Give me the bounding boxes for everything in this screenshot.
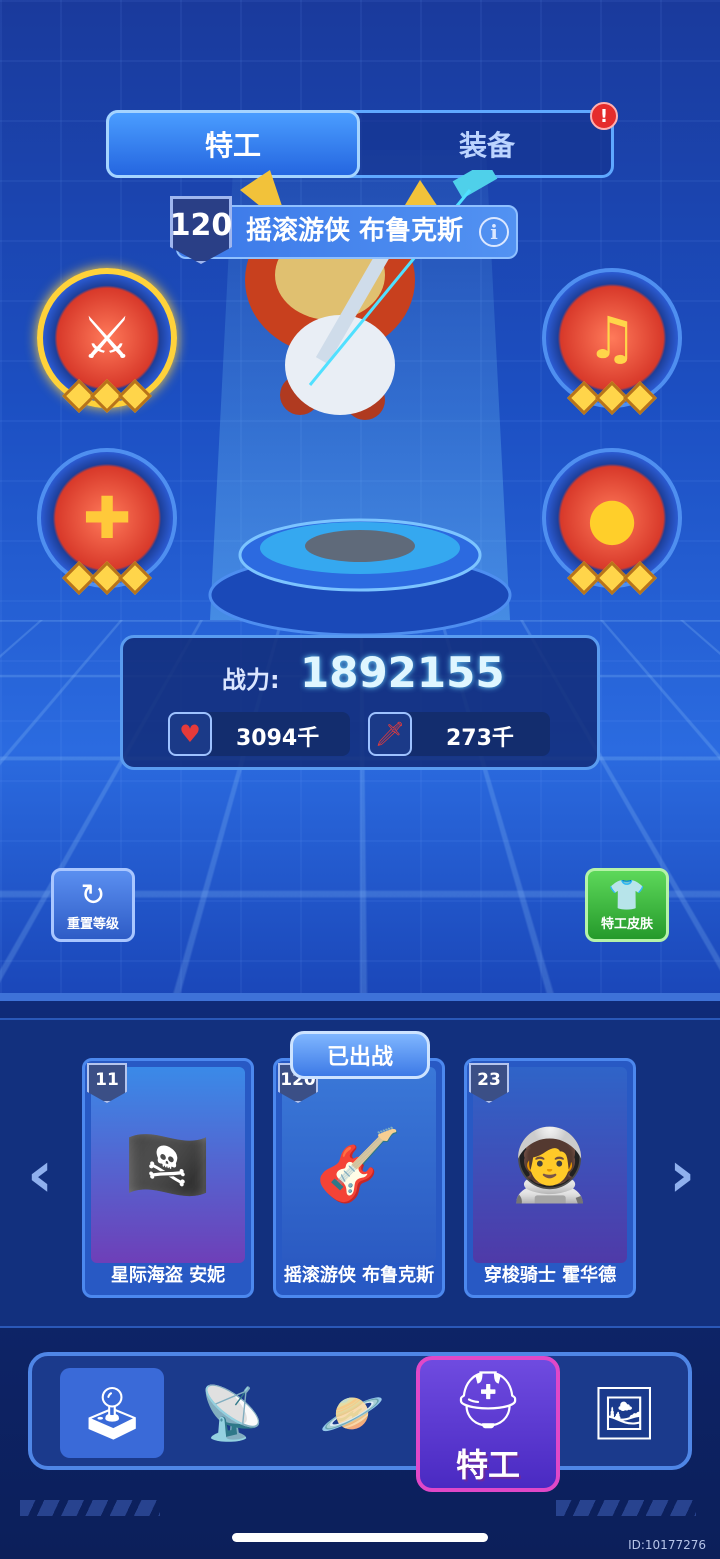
agent-card[interactable]: 🧑‍🚀 23 穿梭骑士 霍华德	[464, 1058, 636, 1298]
footer-stripes	[20, 1500, 160, 1516]
chevron-left-icon[interactable]: ‹	[20, 1138, 60, 1212]
skill-stars	[43, 379, 171, 413]
card-name: 星际海盗 安妮	[110, 1265, 226, 1286]
reset-level-button[interactable]: ↻ 重置等级	[51, 868, 135, 942]
reset-level-label: 重置等级	[66, 916, 119, 932]
agent-helmet-icon: ⛑	[452, 1368, 524, 1433]
chevron-right-icon[interactable]: ›	[662, 1138, 702, 1212]
arcade-machine-icon[interactable]: 🕹	[60, 1368, 164, 1458]
agent-card[interactable]: 🏴‍☠️ 11 星际海盗 安妮	[82, 1058, 254, 1298]
info-icon[interactable]: i	[479, 217, 509, 247]
skill-stars	[546, 381, 678, 415]
shirt-icon: 👕	[608, 877, 646, 913]
card-name: 穿梭骑士 霍华德	[483, 1265, 617, 1286]
agent-skin-button[interactable]: 👕 特工皮肤	[585, 868, 669, 942]
pedestal	[208, 518, 512, 637]
footer-stripes	[556, 1500, 696, 1516]
alert-badge-icon: !	[590, 102, 618, 130]
sword-icon: 🗡	[368, 712, 412, 756]
section-divider	[0, 993, 720, 1001]
refresh-icon: ↻	[80, 877, 106, 913]
deployed-badge: 已出战	[290, 1031, 430, 1079]
user-id: ID:10177276	[628, 1538, 706, 1552]
agent-skin-label: 特工皮肤	[600, 916, 653, 932]
tab-bar: 特工 装备 !	[106, 102, 618, 178]
hero-name: 摇滚游侠 布鲁克斯	[246, 216, 464, 246]
home-indicator[interactable]	[232, 1533, 488, 1542]
skill-music[interactable]: ♫	[542, 268, 682, 415]
heart-icon: ♥	[168, 712, 212, 756]
tab-agent[interactable]: 特工	[106, 110, 360, 178]
skill-sword[interactable]: ⚔	[37, 268, 177, 413]
planet-icon[interactable]: 🪐	[300, 1368, 404, 1458]
card-name: 摇滚游侠 布鲁克斯	[283, 1265, 435, 1286]
tab-equipment[interactable]: 装备	[360, 110, 614, 178]
frame-gem-icon[interactable]: 🖼	[572, 1368, 676, 1458]
power-value: 1892155	[300, 648, 505, 697]
nav-tab-agent-label: 特工	[455, 1446, 520, 1484]
skill-orb[interactable]: ●	[542, 448, 682, 595]
agent-card[interactable]: 🎸 120 摇滚游侠 布鲁克斯	[273, 1058, 445, 1298]
skill-stars	[41, 561, 173, 595]
power-label: 战力:	[222, 666, 280, 694]
skill-stars	[546, 561, 678, 595]
skill-heal[interactable]: ✚	[37, 448, 177, 595]
attack-value: 273千	[446, 726, 514, 751]
radar-icon[interactable]: 📡	[180, 1368, 284, 1458]
hp-value: 3094千	[236, 726, 320, 751]
